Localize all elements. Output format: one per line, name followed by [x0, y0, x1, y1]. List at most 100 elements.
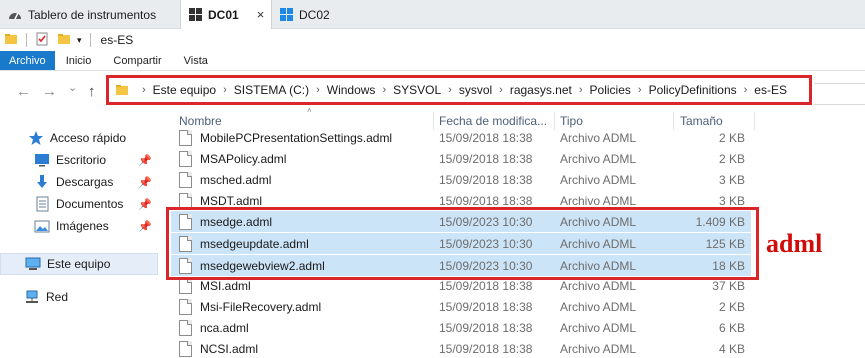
up-arrow-icon[interactable]: ↑: [88, 83, 96, 100]
pin-icon[interactable]: 📌: [138, 154, 152, 167]
sidebar-item-escritorio[interactable]: Escritorio 📌: [0, 149, 158, 171]
tab-dc02[interactable]: DC02: [280, 0, 330, 29]
file-size: 2 KB: [718, 151, 745, 166]
file-icon: [179, 129, 192, 146]
dashboard-icon: [8, 9, 22, 21]
file-type: Archivo ADML: [560, 172, 637, 187]
file-date: 15/09/2018 18:38: [439, 172, 533, 187]
sidebar-item-este-equipo[interactable]: Este equipo: [0, 253, 158, 275]
file-icon: [179, 340, 192, 357]
breadcrumb-item-current[interactable]: es-ES: [754, 83, 787, 97]
sidebar-item-label: Acceso rápido: [50, 131, 127, 145]
file-name: NCSI.adml: [200, 341, 259, 356]
pin-icon[interactable]: 📌: [138, 198, 152, 211]
tab-dc01[interactable]: DC01 ×: [180, 0, 272, 29]
file-name-cell: MSI.adml: [179, 275, 251, 296]
file-size: 125 KB: [705, 236, 745, 251]
file-type: Archivo ADML: [560, 151, 637, 166]
file-row-selected[interactable]: msedgeupdate.adml 15/09/2023 10:30 Archi…: [171, 233, 751, 254]
ribbon-tab-compartir[interactable]: Compartir: [102, 51, 172, 70]
search-box[interactable]: [814, 83, 865, 105]
customize-toolbar-icon[interactable]: ▾: [77, 35, 82, 46]
tab-dashboard[interactable]: Tablero de instrumentos: [8, 0, 156, 29]
sidebar-item-documentos[interactable]: Documentos 📌: [0, 193, 158, 215]
file-type: Archivo ADML: [560, 193, 637, 208]
sidebar-item-descargas[interactable]: Descargas 📌: [0, 171, 158, 193]
sidebar-item-label: Documentos: [56, 197, 124, 211]
toolbar-divider: [26, 33, 27, 47]
sidebar-item-red[interactable]: Red: [0, 286, 158, 308]
breadcrumb-item[interactable]: ragasys.net: [510, 83, 572, 97]
download-icon: [34, 174, 50, 190]
file-name-cell: msedgeupdate.adml: [179, 233, 309, 254]
breadcrumb-item[interactable]: SYSVOL: [393, 83, 441, 97]
file-date: 15/09/2023 10:30: [439, 214, 533, 229]
file-type: Archivo ADML: [560, 258, 637, 273]
file-name: MSI.adml: [200, 278, 251, 293]
file-row[interactable]: Msi-FileRecovery.adml 15/09/2018 18:38 A…: [171, 296, 751, 317]
computer-icon: [25, 256, 41, 272]
file-type: Archivo ADML: [560, 130, 637, 145]
file-date: 15/09/2018 18:38: [439, 341, 533, 356]
file-size: 6 KB: [718, 320, 745, 335]
file-date: 15/09/2018 18:38: [439, 151, 533, 166]
file-icon: [179, 277, 192, 294]
sidebar-item-label: Escritorio: [56, 153, 107, 167]
file-date: 15/09/2023 10:30: [439, 258, 533, 273]
sidebar-item-label: Red: [46, 290, 69, 304]
tab-dc02-label: DC02: [299, 7, 330, 22]
breadcrumb-item[interactable]: PolicyDefinitions: [649, 83, 737, 97]
file-date: 15/09/2018 18:38: [439, 278, 533, 293]
file-name-cell: nca.adml: [179, 317, 249, 338]
file-icon: [179, 171, 192, 188]
file-icon: [179, 257, 192, 274]
breadcrumb-item[interactable]: SISTEMA (C:): [234, 83, 309, 97]
file-row[interactable]: MSI.adml 15/09/2018 18:38 Archivo ADML 3…: [171, 275, 751, 296]
toolbar-divider: [89, 33, 91, 47]
breadcrumb-item[interactable]: Este equipo: [153, 83, 216, 97]
file-row[interactable]: NCSI.adml 15/09/2018 18:38 Archivo ADML …: [171, 338, 751, 358]
sidebar-item-acceso-rapido[interactable]: Acceso rápido: [0, 127, 158, 149]
new-folder-icon[interactable]: [57, 32, 71, 49]
ribbon-tab-inicio[interactable]: Inicio: [55, 51, 103, 70]
sidebar-item-imagenes[interactable]: Imágenes 📌: [0, 215, 158, 237]
file-row[interactable]: MobilePCPresentationSettings.adml 15/09/…: [171, 127, 751, 148]
file-row[interactable]: msched.adml 15/09/2018 18:38 Archivo ADM…: [171, 169, 751, 190]
file-size: 18 KB: [712, 258, 745, 273]
address-bar[interactable]: › Este equipo › SISTEMA (C:) › Windows ›…: [106, 75, 812, 105]
file-name: msedgewebview2.adml: [200, 258, 325, 273]
file-name: msedgeupdate.adml: [200, 236, 309, 251]
ribbon-tabs: Archivo Inicio Compartir Vista: [0, 51, 865, 71]
ribbon-tab-archivo[interactable]: Archivo: [0, 51, 55, 70]
forward-arrow-icon[interactable]: →: [42, 83, 57, 100]
properties-icon[interactable]: [35, 32, 49, 49]
file-size: 4 KB: [718, 341, 745, 356]
pin-icon[interactable]: 📌: [138, 176, 152, 189]
breadcrumb-item[interactable]: Policies: [590, 83, 631, 97]
navigation-pane: Acceso rápido Escritorio 📌 Descargas 📌 D…: [0, 109, 163, 358]
recent-locations-icon[interactable]: ⌄: [68, 81, 77, 94]
breadcrumb-separator: ›: [382, 84, 387, 96]
file-size: 37 KB: [712, 278, 745, 293]
file-row[interactable]: nca.adml 15/09/2018 18:38 Archivo ADML 6…: [171, 317, 751, 338]
file-row-selected[interactable]: msedge.adml 15/09/2023 10:30 Archivo ADM…: [171, 211, 751, 232]
sidebar-item-label: Este equipo: [47, 257, 111, 271]
network-icon: [24, 289, 40, 305]
breadcrumb-item[interactable]: sysvol: [459, 83, 492, 97]
pin-icon[interactable]: 📌: [138, 220, 152, 233]
window-title: es-ES: [100, 33, 134, 47]
ribbon-tab-vista[interactable]: Vista: [173, 51, 219, 70]
sort-indicator-icon: ˄: [307, 106, 312, 115]
file-size: 2 KB: [718, 299, 745, 314]
file-size: 3 KB: [718, 193, 745, 208]
column-divider[interactable]: [754, 112, 755, 130]
file-row-selected[interactable]: msedgewebview2.adml 15/09/2023 10:30 Arc…: [171, 255, 751, 276]
file-row[interactable]: MSDT.adml 15/09/2018 18:38 Archivo ADML …: [171, 190, 751, 211]
windows-icon: [280, 8, 293, 21]
close-icon[interactable]: ×: [257, 7, 265, 22]
file-row[interactable]: MSAPolicy.adml 15/09/2018 18:38 Archivo …: [171, 148, 751, 169]
file-name-cell: MobilePCPresentationSettings.adml: [179, 127, 392, 148]
breadcrumb-separator: ›: [142, 84, 146, 96]
breadcrumb-item[interactable]: Windows: [327, 83, 376, 97]
back-arrow-icon[interactable]: ←: [16, 83, 31, 100]
